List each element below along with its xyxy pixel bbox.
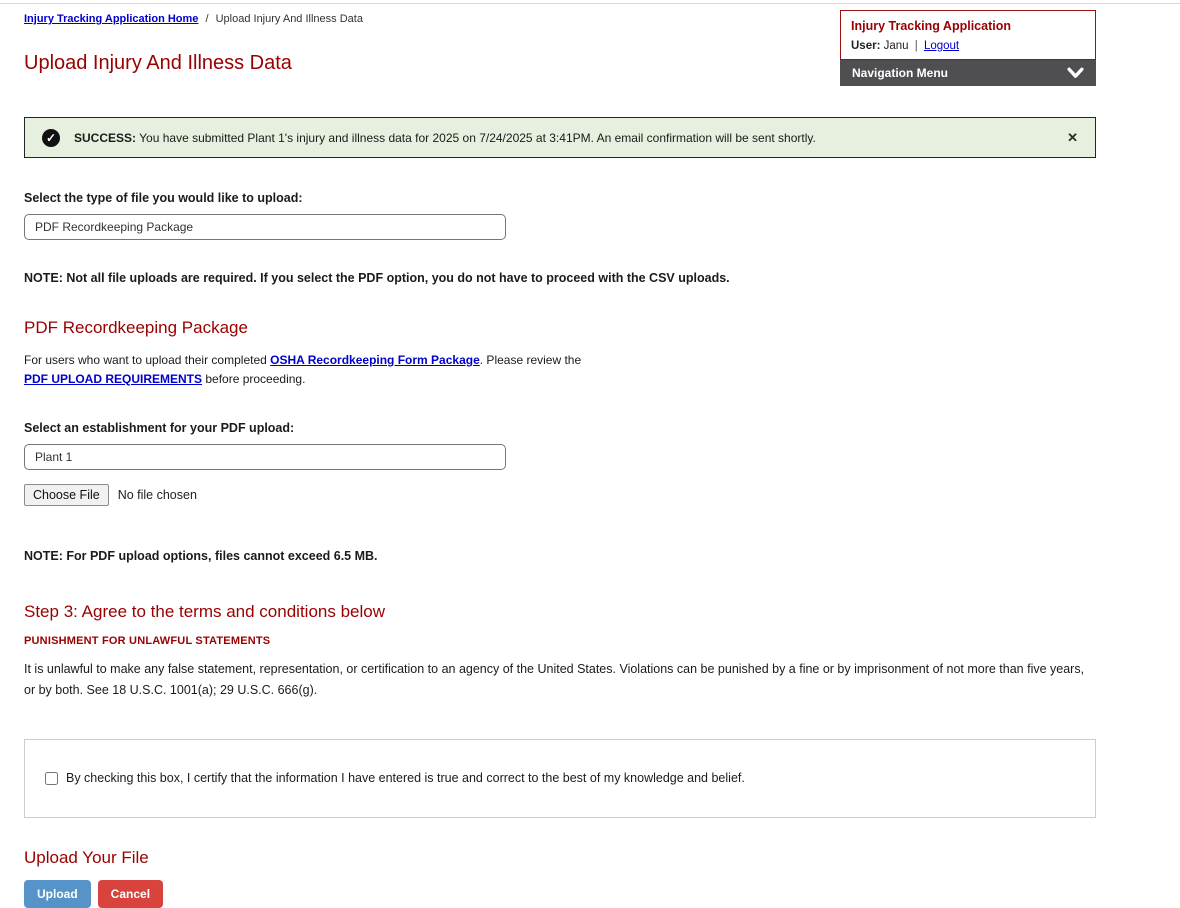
logout-link[interactable]: Logout [924,40,959,52]
user-line: User: Janu | Logout [851,40,1085,52]
user-name: Janu [884,40,909,52]
user-info-panel: Injury Tracking Application User: Janu |… [840,10,1096,60]
file-input-row: Choose File No file chosen [24,484,1096,506]
pdf-intro-text-1: For users who want to upload their compl… [24,353,270,367]
user-info-box: Injury Tracking Application User: Janu |… [840,10,1096,86]
user-label: User: [851,40,880,52]
pdf-intro-paragraph: For users who want to upload their compl… [24,351,596,388]
app-title: Injury Tracking Application [851,19,1085,33]
success-alert: ✓ SUCCESS: You have submitted Plant 1's … [24,117,1096,158]
alert-message: SUCCESS: You have submitted Plant 1's in… [74,131,816,145]
upload-button[interactable]: Upload [24,880,91,908]
breadcrumb-separator: / [205,13,208,25]
certify-panel: By checking this box, I certify that the… [24,739,1096,818]
alert-prefix: SUCCESS: [74,131,136,145]
pdf-size-note: NOTE: For PDF upload options, files cann… [24,549,1096,563]
upload-your-file-heading: Upload Your File [24,848,1096,868]
alert-text: You have submitted Plant 1's injury and … [136,131,816,145]
certify-checkbox-label[interactable]: By checking this box, I certify that the… [66,771,745,785]
navigation-menu-label: Navigation Menu [852,66,948,80]
check-circle-icon: ✓ [42,129,60,147]
file-type-select[interactable]: PDF Recordkeeping Package [24,214,506,240]
page-top-divider [0,0,1180,4]
pdf-intro-text-2: . Please review the [480,353,581,367]
main-content: ✓ SUCCESS: You have submitted Plant 1's … [24,117,1096,908]
chevron-down-icon [1067,67,1084,79]
pdf-upload-requirements-link[interactable]: PDF UPLOAD REQUIREMENTS [24,372,202,386]
breadcrumb-current: Upload Injury And Illness Data [216,13,363,25]
punishment-subheading: PUNISHMENT FOR UNLAWFUL STATEMENTS [24,635,1096,647]
pdf-intro-text-3: before proceeding. [202,372,305,386]
action-buttons-row: Upload Cancel [24,880,1096,908]
osha-recordkeeping-package-link[interactable]: OSHA Recordkeeping Form Package [270,353,480,367]
breadcrumb-home-link[interactable]: Injury Tracking Application Home [24,13,198,25]
file-type-label: Select the type of file you would like t… [24,191,1096,205]
pdf-section-heading: PDF Recordkeeping Package [24,318,1096,338]
pipe-divider: | [915,40,918,52]
establishment-select[interactable]: Plant 1 [24,444,506,470]
certify-checkbox[interactable] [45,772,58,785]
choose-file-button[interactable]: Choose File [24,484,109,506]
cancel-button[interactable]: Cancel [98,880,163,908]
close-icon[interactable]: ✕ [1067,130,1078,146]
establishment-label: Select an establishment for your PDF upl… [24,421,1096,435]
no-file-chosen-text: No file chosen [118,488,197,502]
legal-text: It is unlawful to make any false stateme… [24,659,1096,702]
file-type-note: NOTE: Not all file uploads are required.… [24,271,1096,285]
establishment-selected-value: Plant 1 [35,450,72,464]
file-type-selected-value: PDF Recordkeeping Package [35,220,193,234]
step3-heading: Step 3: Agree to the terms and condition… [24,602,1096,622]
navigation-menu-bar[interactable]: Navigation Menu [840,60,1096,86]
